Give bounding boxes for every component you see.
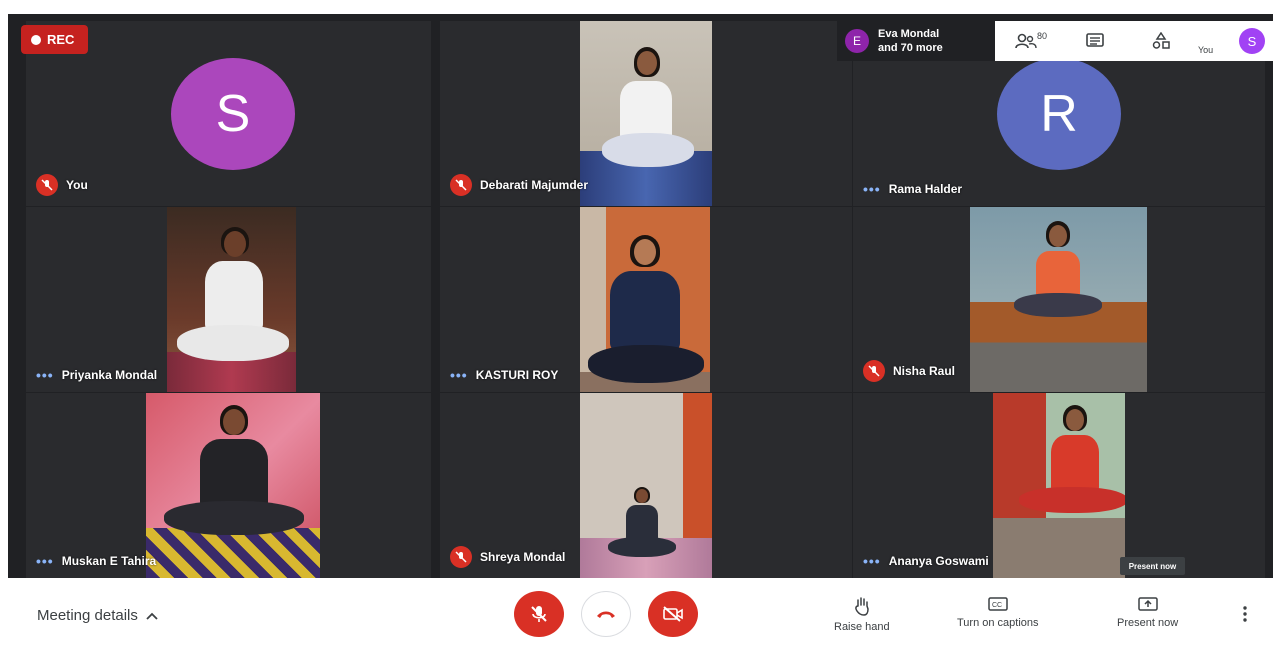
participant-name: Priyanka Mondal	[61, 368, 158, 382]
present-now-label: Present now	[1117, 617, 1179, 629]
captions-icon: CC	[988, 597, 1008, 611]
meeting-details-label: Meeting details	[37, 607, 138, 624]
hand-icon	[854, 597, 869, 616]
present-now-tooltip: Present now	[1120, 557, 1185, 575]
participant-name: Nisha Raul	[893, 364, 956, 378]
meet-window: S You Debarati Majumder R ••• Rama Halde…	[0, 0, 1273, 648]
participant-name: You	[66, 178, 88, 192]
participant-name: Debarati Majumder	[480, 178, 589, 192]
people-icon	[1015, 33, 1037, 49]
speaking-indicator-icon: •••	[36, 367, 54, 383]
raise-hand-button[interactable]: Raise hand	[834, 596, 890, 633]
meeting-toolbar: 80 You S	[995, 21, 1273, 61]
participant-name: Rama Halder	[888, 182, 963, 196]
chat-button[interactable]	[1085, 29, 1105, 53]
shapes-icon	[1152, 32, 1170, 49]
participants-line-1: Eva Mondal	[878, 28, 940, 40]
top-right-bar: E Eva Mondal and 70 more 80 You S	[837, 21, 1273, 61]
tile-priyanka-mondal[interactable]: ••• Priyanka Mondal	[26, 207, 431, 392]
meeting-details-button[interactable]: Meeting details	[37, 607, 158, 624]
more-options-button[interactable]	[1242, 606, 1248, 627]
participant-video	[993, 393, 1125, 578]
participant-name: KASTURI ROY	[475, 368, 559, 382]
tile-shreya-mondal[interactable]: Shreya Mondal	[440, 393, 852, 578]
camera-toggle-button[interactable]	[648, 591, 698, 637]
present-icon	[1137, 597, 1158, 611]
participant-name: Ananya Goswami	[888, 554, 989, 568]
participant-name: Shreya Mondal	[480, 550, 566, 564]
tile-ananya-goswami[interactable]: ••• Ananya Goswami	[853, 393, 1265, 578]
participants-summary[interactable]: E Eva Mondal and 70 more	[837, 21, 995, 61]
participant-video	[580, 207, 710, 392]
mic-off-icon	[450, 174, 472, 196]
speaking-indicator-icon: •••	[450, 367, 468, 383]
present-now-button[interactable]: Present now	[1117, 596, 1178, 629]
raise-hand-label: Raise hand	[834, 621, 890, 633]
avatar-rama: R	[997, 58, 1121, 170]
tile-muskan-e-tahira[interactable]: ••• Muskan E Tahira	[26, 393, 431, 578]
activities-button[interactable]	[1151, 29, 1171, 53]
speaking-indicator-icon: •••	[863, 553, 881, 569]
participant-name: Muskan E Tahira	[61, 554, 157, 568]
captions-label: Turn on captions	[957, 617, 1039, 629]
avatar-you: S	[171, 58, 295, 170]
people-count: 80	[1037, 31, 1048, 41]
participant-video	[580, 393, 712, 578]
mic-off-icon	[36, 174, 58, 196]
leave-call-button[interactable]	[581, 591, 631, 637]
bottom-control-bar: Meeting details Raise hand CC Turn on ca…	[8, 578, 1273, 648]
recording-badge: REC	[21, 25, 88, 54]
participants-line-2: and 70 more	[878, 42, 943, 54]
chevron-up-icon	[146, 612, 158, 620]
captions-button[interactable]: CC Turn on captions	[957, 596, 1039, 629]
tile-nisha-raul[interactable]: Nisha Raul	[853, 207, 1265, 392]
recording-label: REC	[47, 32, 75, 47]
microphone-toggle-button[interactable]	[514, 591, 564, 637]
svg-text:CC: CC	[992, 602, 1002, 609]
participant-video	[580, 21, 712, 206]
participant-video	[970, 207, 1147, 392]
record-dot-icon	[31, 34, 41, 45]
self-avatar[interactable]: S	[1239, 28, 1265, 54]
participant-video	[146, 393, 320, 578]
chat-icon	[1086, 33, 1104, 47]
more-vertical-icon	[1243, 606, 1247, 622]
you-label: You	[1198, 45, 1214, 55]
participant-avatar: E	[845, 29, 869, 53]
mic-off-icon	[531, 606, 547, 622]
speaking-indicator-icon: •••	[36, 553, 54, 569]
video-grid: S You Debarati Majumder R ••• Rama Halde…	[8, 14, 1273, 648]
tile-kasturi-roy[interactable]: ••• KASTURI ROY	[440, 207, 852, 392]
speaking-indicator-icon: •••	[863, 181, 881, 197]
mic-off-icon	[863, 360, 885, 382]
camera-off-icon	[663, 606, 683, 622]
mic-off-icon	[450, 546, 472, 568]
people-button[interactable]: 80	[1015, 29, 1047, 53]
tile-debarati-majumder[interactable]: Debarati Majumder	[440, 21, 852, 206]
participant-video	[167, 207, 296, 392]
hang-up-icon	[597, 611, 615, 618]
